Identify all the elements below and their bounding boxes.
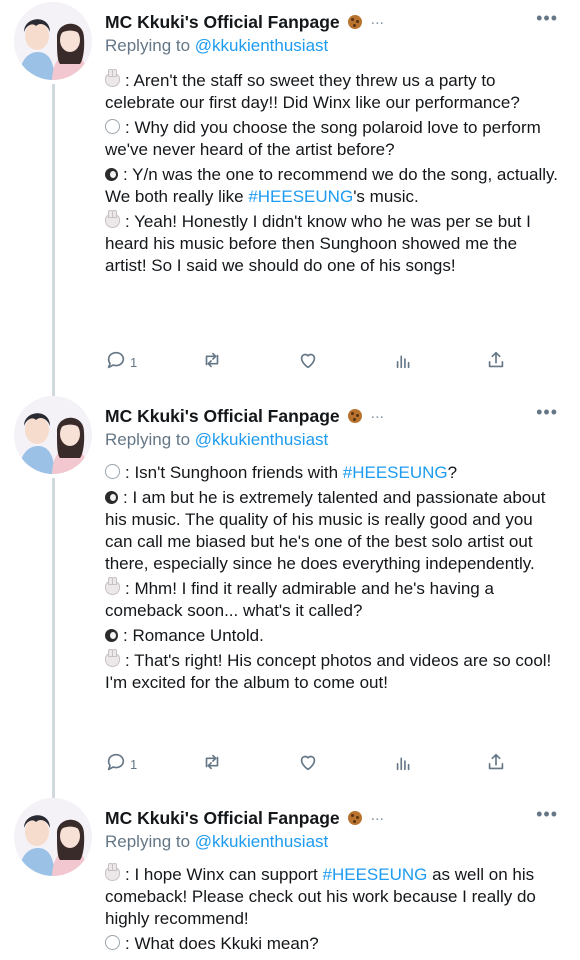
- cookie-icon: [347, 811, 362, 825]
- reply-count: 1: [130, 354, 138, 370]
- reply-icon: [107, 351, 125, 369]
- retweet-button[interactable]: [201, 749, 223, 775]
- share-button[interactable]: [485, 749, 507, 775]
- author-name[interactable]: MC Kkuki's Official Fanpage: [105, 12, 340, 33]
- replying-prefix: Replying to: [105, 430, 195, 449]
- cookie-icon: [347, 15, 362, 29]
- reply-button[interactable]: 1: [105, 749, 137, 775]
- line-text-after: 's music.: [353, 187, 419, 206]
- dialogue-line: : Y/n was the one to recommend we do the…: [105, 164, 560, 208]
- tweet[interactable]: MC Kkuki's Official Fanpage ... ••• Repl…: [0, 394, 580, 799]
- penguin-icon: [105, 168, 118, 181]
- bunny-icon: [105, 863, 120, 881]
- heart-icon: [300, 353, 316, 369]
- author-name[interactable]: MC Kkuki's Official Fanpage: [105, 808, 340, 829]
- replying-to: Replying to @kkukienthusiast: [105, 832, 328, 852]
- author-name[interactable]: MC Kkuki's Official Fanpage: [105, 406, 340, 427]
- tweet-text: : Aren't the staff so sweet they threw u…: [105, 69, 560, 280]
- dialogue-line: : Isn't Sunghoon friends with #HEESEUNG?: [105, 462, 560, 484]
- penguin-icon: [105, 491, 118, 504]
- line-text: : Isn't Sunghoon friends with: [125, 463, 343, 482]
- bunny-icon: [105, 210, 120, 228]
- retweet-icon: [205, 352, 219, 368]
- more-options-icon[interactable]: •••: [536, 8, 558, 29]
- tweet[interactable]: MC Kkuki's Official Fanpage ... ••• Repl…: [0, 796, 580, 960]
- author-row: MC Kkuki's Official Fanpage ...: [105, 404, 384, 428]
- dialogue-line: : That's right! His concept photos and v…: [105, 649, 560, 694]
- speech-bubble-icon: [105, 119, 120, 134]
- hashtag-link[interactable]: #HEESEUNG: [343, 463, 448, 482]
- avatar[interactable]: [14, 2, 92, 80]
- replying-handle-link[interactable]: @kkukienthusiast: [195, 832, 329, 851]
- more-options-icon[interactable]: •••: [536, 402, 558, 423]
- action-bar: 1: [105, 749, 525, 775]
- hashtag-link[interactable]: #HEESEUNG: [323, 865, 428, 884]
- bunny-icon: [105, 69, 120, 87]
- line-text: : Yeah! Honestly I didn't know who he wa…: [105, 212, 531, 275]
- dialogue-line: : Yeah! Honestly I didn't know who he wa…: [105, 210, 560, 277]
- reply-button[interactable]: 1: [105, 347, 137, 373]
- line-text: : Romance Untold.: [123, 626, 264, 645]
- bunny-icon: [105, 577, 120, 595]
- retweet-button[interactable]: [201, 347, 223, 373]
- more-options-icon[interactable]: •••: [536, 804, 558, 825]
- dialogue-line: : Romance Untold.: [105, 625, 560, 647]
- tweet-text: : I hope Winx can support #HEESEUNG as w…: [105, 863, 560, 958]
- analytics-button[interactable]: [393, 347, 415, 373]
- tweet-text: : Isn't Sunghoon friends with #HEESEUNG?…: [105, 462, 560, 697]
- bunny-icon: [105, 649, 120, 667]
- line-text: : Why did you choose the song polaroid l…: [105, 118, 541, 159]
- line-text: : That's right! His concept photos and v…: [105, 651, 552, 692]
- replying-handle-link[interactable]: @kkukienthusiast: [195, 36, 329, 55]
- name-ellipsis: ...: [370, 11, 384, 28]
- penguin-icon: [105, 629, 118, 642]
- speech-bubble-icon: [105, 464, 120, 479]
- action-bar: 1: [105, 347, 525, 373]
- line-text: : I hope Winx can support: [125, 865, 323, 884]
- hashtag-link[interactable]: #HEESEUNG: [248, 187, 353, 206]
- dialogue-line: : Aren't the staff so sweet they threw u…: [105, 69, 560, 114]
- line-text: : I am but he is extremely talented and …: [105, 488, 546, 573]
- replying-prefix: Replying to: [105, 832, 195, 851]
- line-text: : Aren't the staff so sweet they threw u…: [105, 71, 520, 112]
- tweet[interactable]: MC Kkuki's Official Fanpage ... ••• Repl…: [0, 0, 580, 395]
- like-button[interactable]: [297, 749, 319, 775]
- replying-prefix: Replying to: [105, 36, 195, 55]
- author-row: MC Kkuki's Official Fanpage ...: [105, 806, 384, 830]
- line-text: : What does Kkuki mean?: [125, 934, 319, 953]
- retweet-icon: [205, 754, 219, 770]
- line-text-after: ?: [447, 463, 458, 482]
- dialogue-line: : What does Kkuki mean?: [105, 933, 560, 955]
- heart-icon: [300, 755, 316, 771]
- replying-handle-link[interactable]: @kkukienthusiast: [195, 430, 329, 449]
- line-text: : Mhm! I find it really admirable and he…: [105, 579, 494, 620]
- speech-bubble-icon: [105, 935, 120, 950]
- reply-count: 1: [130, 756, 138, 772]
- analytics-icon: [396, 757, 410, 771]
- avatar[interactable]: [14, 798, 92, 876]
- reply-icon: [107, 753, 125, 771]
- cookie-icon: [347, 409, 362, 423]
- share-button[interactable]: [485, 347, 507, 373]
- dialogue-line: : I am but he is extremely talented and …: [105, 487, 560, 575]
- name-ellipsis: ...: [370, 807, 384, 824]
- dialogue-line: : Why did you choose the song polaroid l…: [105, 117, 560, 161]
- name-ellipsis: ...: [370, 405, 384, 422]
- analytics-button[interactable]: [393, 749, 415, 775]
- author-row: MC Kkuki's Official Fanpage ...: [105, 10, 384, 34]
- replying-to: Replying to @kkukienthusiast: [105, 430, 328, 450]
- avatar[interactable]: [14, 396, 92, 474]
- share-icon: [488, 753, 504, 770]
- share-icon: [488, 351, 504, 368]
- replying-to: Replying to @kkukienthusiast: [105, 36, 328, 56]
- dialogue-line: : I hope Winx can support #HEESEUNG as w…: [105, 863, 560, 930]
- like-button[interactable]: [297, 347, 319, 373]
- analytics-icon: [396, 355, 410, 369]
- dialogue-line: : Mhm! I find it really admirable and he…: [105, 577, 560, 622]
